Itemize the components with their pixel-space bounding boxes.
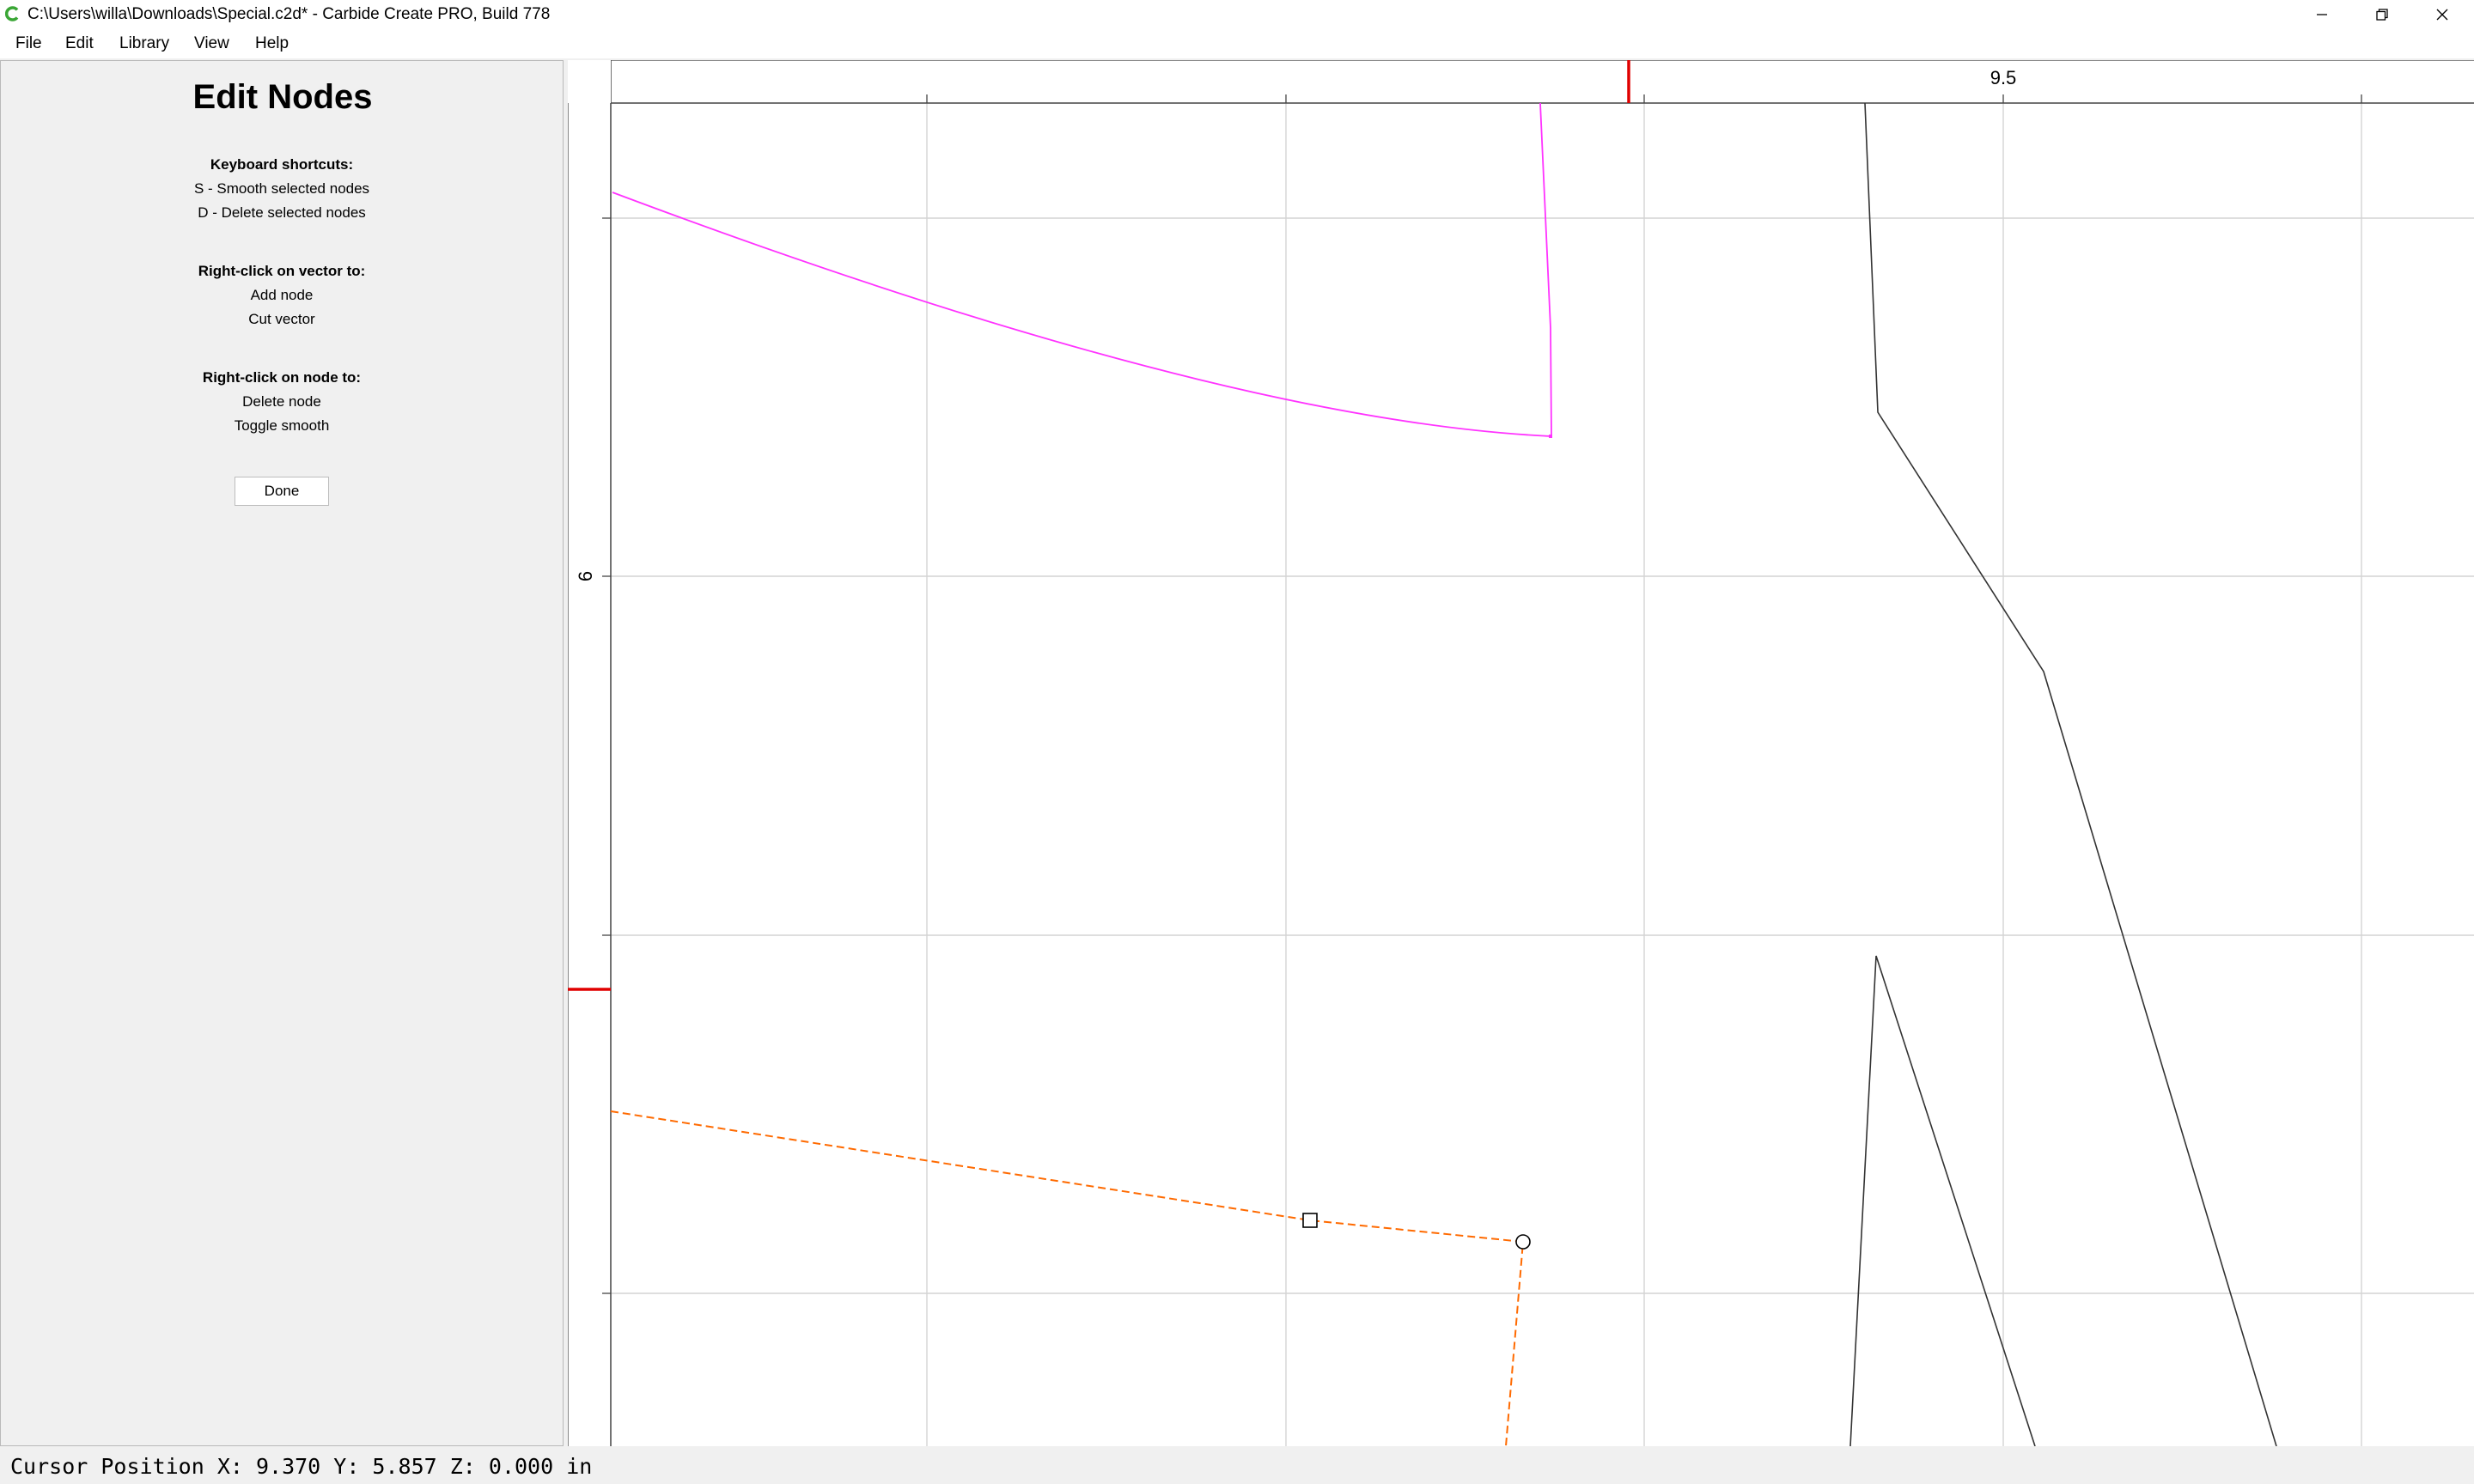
shortcut-smooth: S - Smooth selected nodes [193,180,370,197]
selected-vector-path[interactable] [612,102,1552,437]
node-menu-heading: Right-click on node to: [202,369,362,386]
ruler-left [568,60,612,1446]
vector-path-peak[interactable] [1849,955,2036,1446]
vector-path-right[interactable] [1864,102,2277,1446]
restore-icon [2376,9,2388,21]
minimize-icon [2317,14,2327,15]
selected-vector-node[interactable] [1549,435,1552,438]
ruler-top-label: 9.5 [1990,67,2017,88]
menu-help[interactable]: Help [253,33,290,54]
minimize-button[interactable] [2292,0,2352,29]
window-title: C:\Users\willa\Downloads\Special.c2d* - … [27,5,551,23]
menu-library[interactable]: Library [118,33,171,54]
ruler-corner [568,60,611,103]
cursor-position-readout: Cursor Position X: 9.370 Y: 5.857 Z: 0.0… [10,1454,593,1479]
carbide-c-icon [5,6,19,21]
grid [611,103,2474,1446]
status-bar: Cursor Position X: 9.370 Y: 5.857 Z: 0.0… [0,1448,2474,1484]
close-button[interactable] [2412,0,2472,29]
title-bar: C:\Users\willa\Downloads\Special.c2d* - … [0,0,2474,29]
edit-nodes-panel: Edit Nodes Keyboard shortcuts: S - Smoot… [0,60,564,1446]
vector-menu-heading: Right-click on vector to: [198,263,366,279]
vector-cut: Cut vector [248,311,315,327]
ruler-left-label: 6 [575,571,596,581]
vector-add-node: Add node [250,287,314,303]
design-canvas[interactable]: 9.5 6 [568,60,2474,1446]
shortcut-delete: D - Delete selected nodes [198,204,366,221]
shortcuts-heading: Keyboard shortcuts: [210,156,354,173]
menu-bar: File Edit Library View Help [0,29,2474,58]
corner-node-handle[interactable] [1302,1213,1318,1228]
done-button[interactable]: Done [235,477,329,506]
menu-file[interactable]: File [14,33,44,54]
menu-edit[interactable]: Edit [64,33,95,54]
node-delete: Delete node [242,393,321,410]
menu-view[interactable]: View [192,33,231,54]
close-icon [2436,9,2448,21]
edit-vector-path[interactable] [610,1110,1525,1446]
canvas-svg[interactable]: 9.5 6 [568,60,2474,1446]
panel-title: Edit Nodes [192,78,373,116]
node-toggle-smooth: Toggle smooth [234,417,330,434]
ruler-top [568,60,2474,104]
smooth-node-handle[interactable] [1515,1234,1531,1250]
restore-button[interactable] [2352,0,2412,29]
